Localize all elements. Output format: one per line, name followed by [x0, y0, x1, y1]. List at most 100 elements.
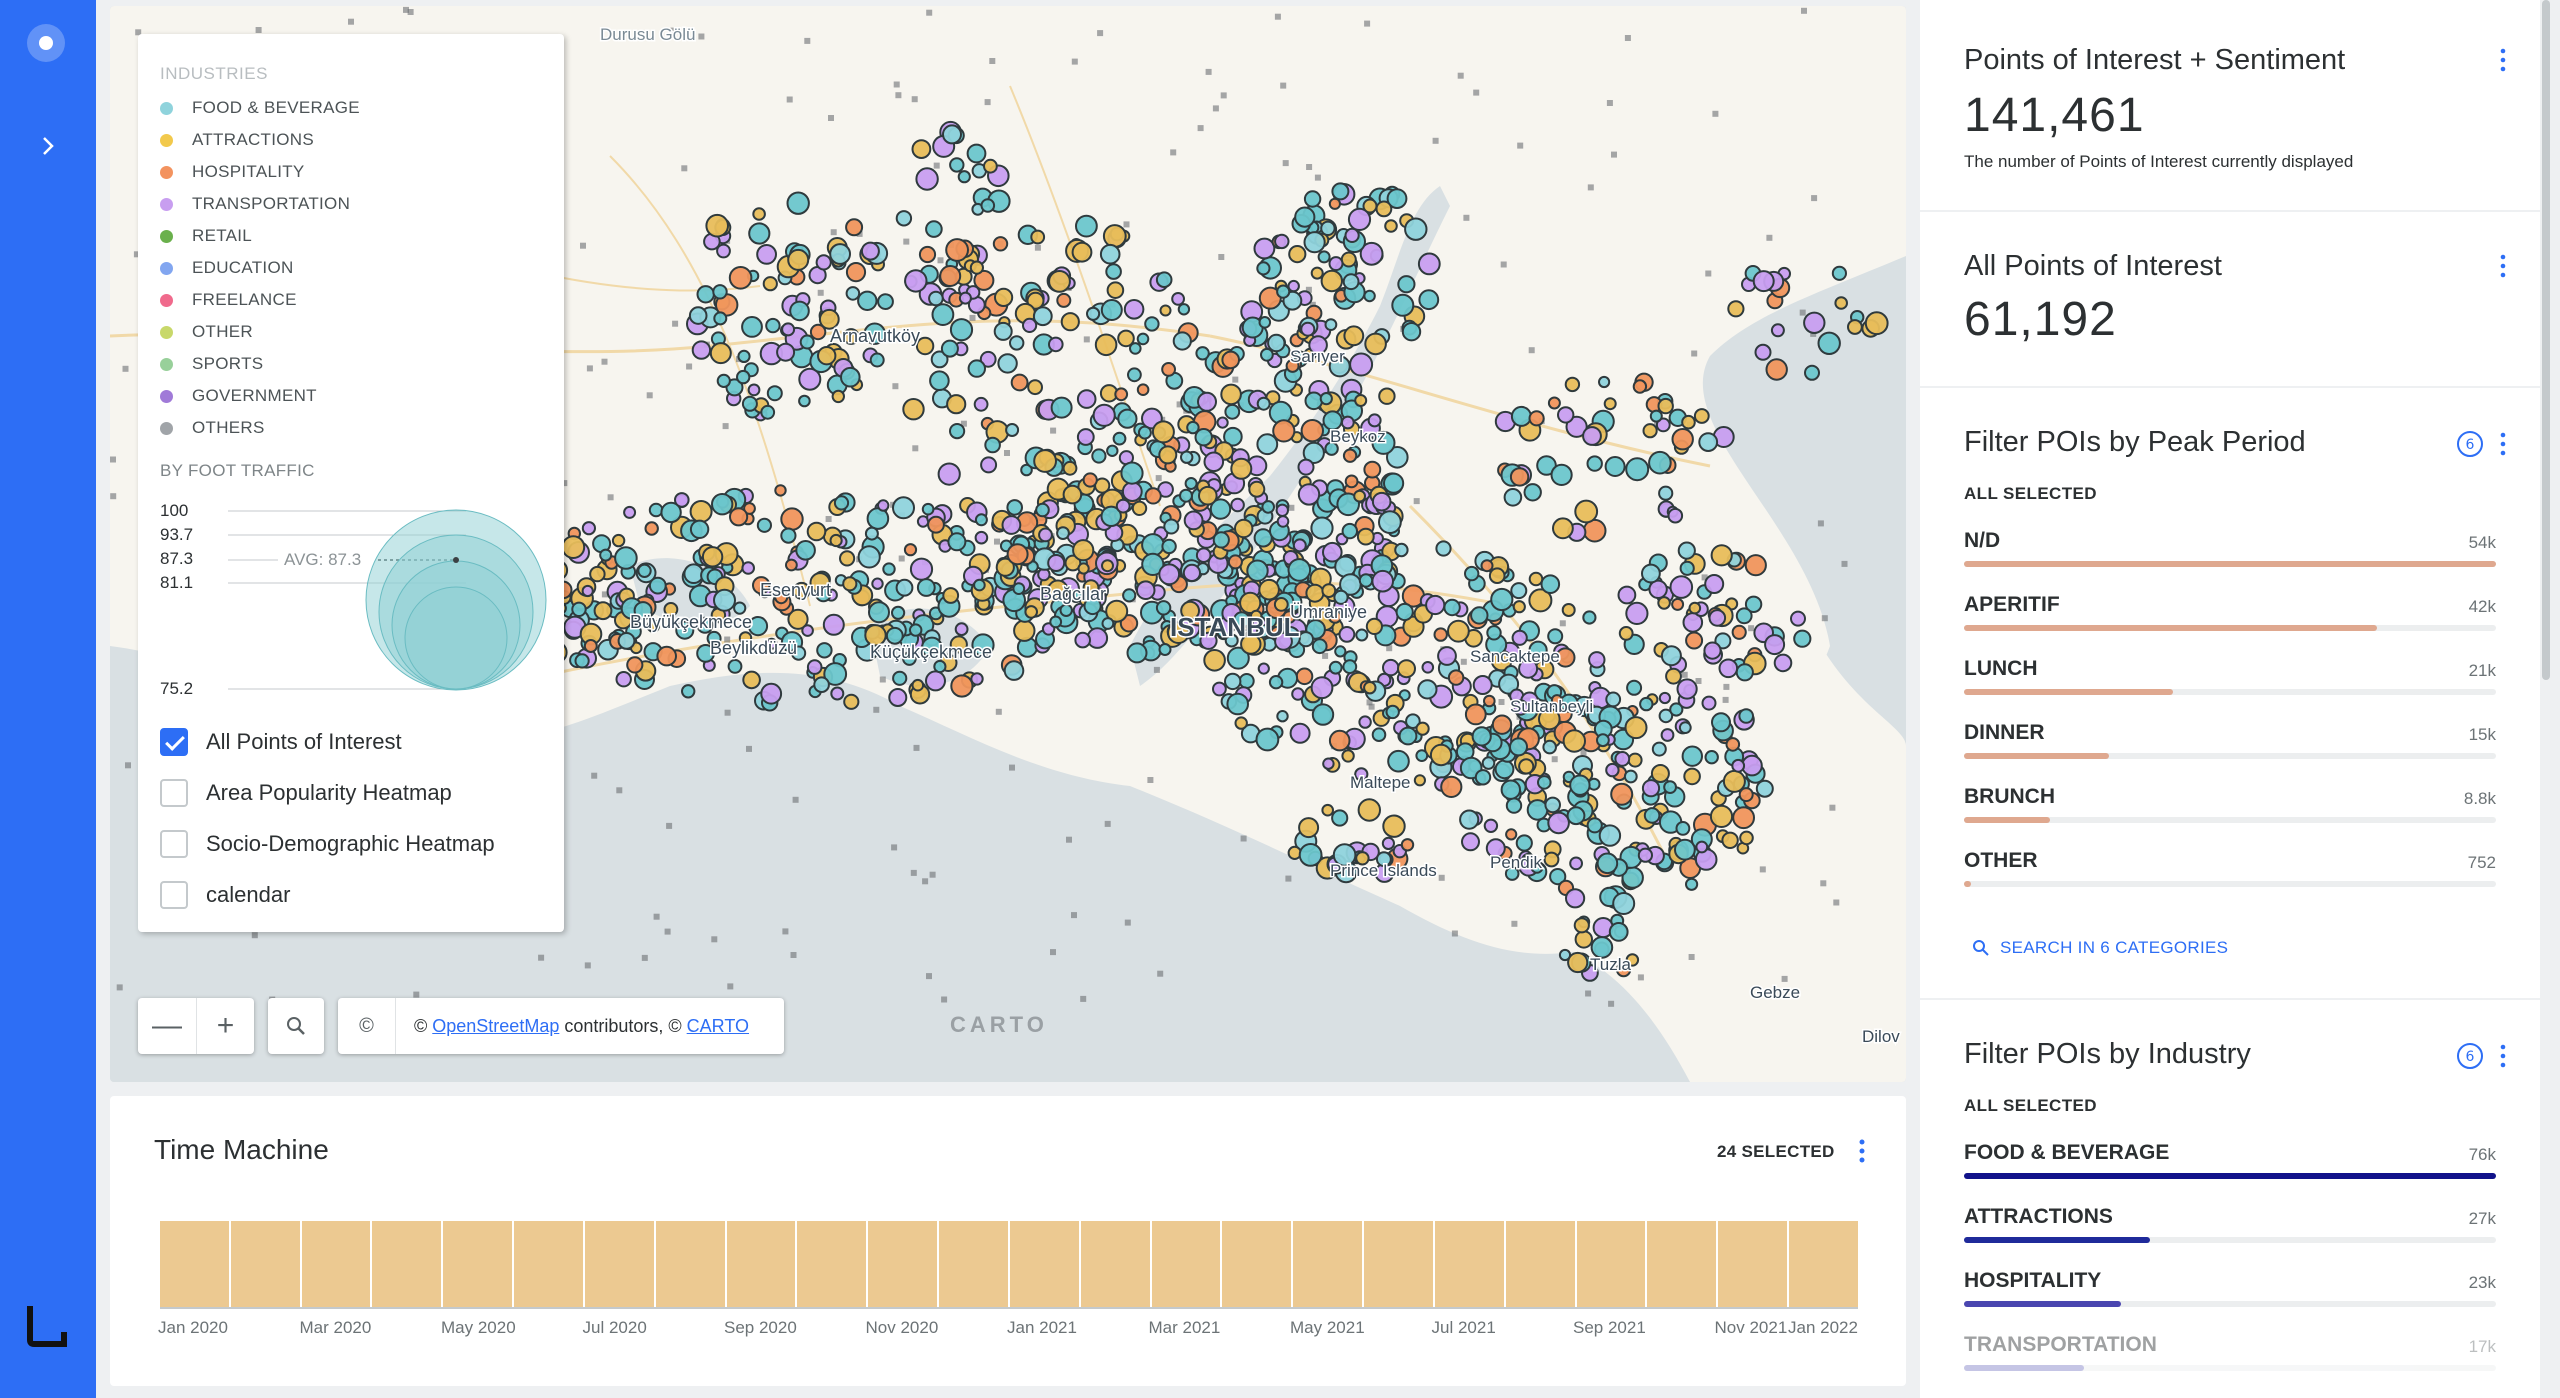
poi-marker — [1397, 275, 1416, 294]
attribution-toggle-button[interactable]: © — [338, 998, 396, 1054]
time-bar[interactable] — [655, 1221, 725, 1307]
zoom-out-button[interactable]: — — [138, 998, 196, 1054]
time-bar[interactable] — [1009, 1221, 1079, 1307]
time-bar[interactable] — [1505, 1221, 1575, 1307]
poi-marker — [760, 404, 776, 420]
carto-link[interactable]: CARTO — [687, 1016, 749, 1036]
poi-marker — [615, 671, 632, 688]
time-bar[interactable] — [443, 1221, 513, 1307]
poi-marker — [1731, 624, 1747, 640]
time-bar[interactable] — [868, 1221, 938, 1307]
more-options-icon[interactable] — [1858, 1138, 1866, 1164]
poi-marker — [1082, 472, 1098, 488]
info-icon[interactable]: 6 — [2456, 430, 2484, 458]
poi-marker — [737, 349, 751, 363]
poi-marker — [1292, 538, 1307, 553]
time-bar[interactable] — [1222, 1221, 1292, 1307]
map-search-button[interactable] — [268, 998, 324, 1054]
poi-marker — [1100, 299, 1123, 321]
poi-marker — [1197, 391, 1217, 412]
time-bar[interactable] — [797, 1221, 867, 1307]
layer-toggle-area-popularity[interactable]: Area Popularity Heatmap — [160, 779, 452, 807]
poi-square — [1280, 82, 1287, 89]
poi-marker — [1001, 515, 1022, 535]
osm-link[interactable]: OpenStreetMap — [432, 1016, 559, 1036]
poi-marker — [1642, 423, 1658, 439]
poi-marker — [950, 674, 974, 698]
attribution-text: © OpenStreetMap contributors, © CARTO — [396, 1016, 749, 1037]
poi-marker — [1727, 300, 1745, 318]
time-bar[interactable] — [1293, 1221, 1363, 1307]
time-bar[interactable] — [1718, 1221, 1788, 1307]
more-options-icon[interactable] — [2500, 254, 2506, 278]
poi-square — [895, 92, 902, 99]
time-histogram[interactable] — [160, 1221, 1858, 1307]
poi-square — [879, 676, 886, 683]
poi-marker — [1298, 843, 1323, 867]
poi-marker — [1288, 245, 1307, 264]
time-bar[interactable] — [230, 1221, 300, 1307]
info-icon[interactable]: 6 — [2456, 1042, 2484, 1070]
checkbox-checked[interactable] — [160, 728, 188, 756]
poi-marker — [1557, 406, 1575, 424]
poi-marker — [1582, 610, 1597, 625]
poi-square — [969, 314, 976, 321]
poi-marker — [795, 540, 816, 561]
chevron-right-icon[interactable] — [34, 132, 62, 160]
time-bar[interactable] — [1647, 1221, 1717, 1307]
checkbox-unchecked[interactable] — [160, 881, 188, 909]
app-logo-icon[interactable] — [27, 24, 65, 62]
search-categories-button[interactable]: SEARCH IN 6 CATEGORIES — [1972, 938, 2228, 958]
poi-marker — [1310, 516, 1334, 540]
poi-square — [1285, 875, 1292, 882]
checkbox-unchecked[interactable] — [160, 779, 188, 807]
time-bar[interactable] — [1789, 1221, 1858, 1307]
time-bar[interactable] — [301, 1221, 371, 1307]
layer-label: Area Popularity Heatmap — [206, 780, 452, 805]
time-bar[interactable] — [514, 1221, 583, 1307]
time-bar[interactable] — [372, 1221, 442, 1307]
poi-square — [825, 516, 832, 522]
time-bar[interactable] — [1080, 1221, 1150, 1307]
category-bar-fill — [1964, 881, 1972, 887]
poi-marker — [822, 613, 845, 636]
time-axis-label: Jul 2021 — [1431, 1318, 1496, 1337]
poi-marker — [1641, 779, 1661, 798]
time-bar[interactable] — [1364, 1221, 1433, 1307]
poi-marker — [1005, 423, 1020, 437]
all-poi-card: All Points of Interest 61,192 — [1920, 212, 2540, 388]
poi-marker — [1471, 726, 1492, 747]
foot-level-label: 93.7 — [160, 525, 194, 544]
time-bar[interactable] — [939, 1221, 1008, 1307]
more-options-icon[interactable] — [2500, 1044, 2506, 1068]
poi-square — [989, 58, 996, 64]
poi-marker — [1076, 428, 1095, 446]
layer-toggle-socio-demographic[interactable]: Socio-Demographic Heatmap — [160, 830, 495, 858]
poi-marker — [806, 659, 823, 675]
time-bar[interactable] — [1434, 1221, 1504, 1307]
time-bar[interactable] — [1576, 1221, 1646, 1307]
poi-marker — [756, 517, 773, 533]
layer-toggle-all-poi[interactable]: All Points of Interest — [160, 728, 402, 756]
poi-marker — [1421, 661, 1435, 674]
poi-marker — [1447, 619, 1470, 643]
panel-scrollbar[interactable] — [2542, 0, 2550, 680]
poi-marker — [1685, 877, 1699, 891]
checkbox-unchecked[interactable] — [160, 830, 188, 858]
time-bar[interactable] — [160, 1221, 229, 1307]
time-bar[interactable] — [726, 1221, 796, 1307]
poi-marker — [842, 576, 858, 592]
time-bar[interactable] — [1151, 1221, 1221, 1307]
more-options-icon[interactable] — [2500, 432, 2506, 456]
layer-toggle-calendar[interactable]: calendar — [160, 881, 290, 909]
time-bar[interactable] — [584, 1221, 654, 1307]
zoom-in-button[interactable]: + — [196, 998, 254, 1054]
poi-marker — [762, 276, 778, 292]
more-options-icon[interactable] — [2500, 48, 2506, 72]
poi-marker — [1443, 598, 1461, 617]
poi-square — [1759, 866, 1766, 873]
category-bar-track — [1964, 1301, 2496, 1307]
poi-marker — [942, 587, 960, 604]
place-label: Küçükçekmece — [870, 642, 992, 662]
poi-square — [413, 991, 420, 998]
